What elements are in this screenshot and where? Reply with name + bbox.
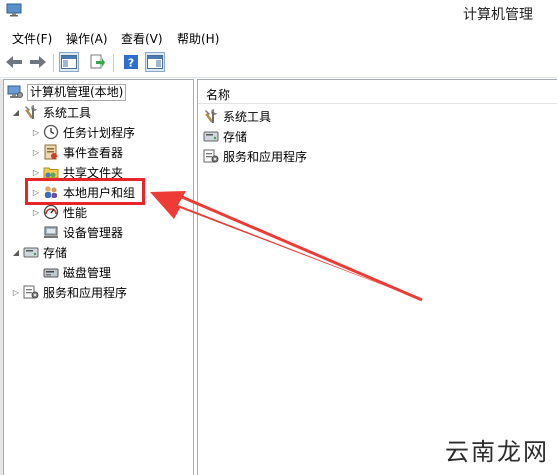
- list-item-services-and-applications[interactable]: 服务和应用程序: [203, 146, 307, 166]
- tree-root[interactable]: 计算机管理(本地): [7, 82, 127, 102]
- export-list-icon[interactable]: [87, 52, 107, 72]
- collapsed-arrow-icon[interactable]: ▷: [31, 208, 41, 217]
- collapsed-arrow-icon[interactable]: ▷: [31, 148, 41, 157]
- tree-root-label: 计算机管理(本地): [27, 83, 127, 101]
- tools-icon: [203, 108, 219, 124]
- event-viewer-icon: [43, 144, 59, 160]
- performance-icon: [43, 204, 59, 220]
- list-item-storage[interactable]: 存储: [203, 126, 247, 146]
- tree-item-services-and-applications[interactable]: ▷ 服务和应用程序: [11, 282, 127, 302]
- menu-file[interactable]: 文件(F): [12, 30, 52, 47]
- svg-text:?: ?: [128, 57, 134, 70]
- clock-icon: [43, 124, 59, 140]
- tree-item-event-viewer[interactable]: ▷ 事件查看器: [31, 142, 123, 162]
- back-arrow-icon[interactable]: [4, 52, 24, 72]
- collapsed-arrow-icon[interactable]: ▷: [11, 288, 21, 297]
- menu-action[interactable]: 操作(A): [66, 30, 108, 47]
- toolbar: ?: [0, 48, 557, 78]
- tree-item-storage[interactable]: ◢ 存储: [11, 242, 67, 262]
- storage-icon: [23, 244, 39, 260]
- disk-icon: [43, 264, 59, 280]
- collapsed-arrow-icon[interactable]: ▷: [31, 128, 41, 137]
- column-header-name[interactable]: 名称: [198, 82, 557, 104]
- tree-item-task-scheduler[interactable]: ▷ 任务计划程序: [31, 122, 135, 142]
- tools-icon: [23, 104, 39, 120]
- storage-icon: [203, 128, 219, 144]
- expanded-arrow-icon[interactable]: ◢: [11, 248, 21, 257]
- tree-item-performance[interactable]: ▷ 性能: [31, 202, 87, 222]
- annotation-highlight-box: [25, 178, 145, 205]
- expanded-arrow-icon[interactable]: ◢: [11, 108, 21, 117]
- watermark: 云南龙网: [445, 438, 549, 466]
- computer-management-icon: [7, 84, 23, 100]
- show-console-tree-icon[interactable]: [59, 52, 79, 72]
- forward-arrow-icon[interactable]: [28, 52, 48, 72]
- list-item-system-tools[interactable]: 系统工具: [203, 106, 271, 126]
- menu-help[interactable]: 帮助(H): [177, 30, 219, 47]
- show-action-pane-icon[interactable]: [145, 52, 165, 72]
- tree-item-disk-management[interactable]: 磁盘管理: [43, 262, 111, 282]
- menu-bar: 文件(F) 操作(A) 查看(V) 帮助(H): [0, 28, 557, 48]
- help-icon[interactable]: ?: [121, 52, 141, 72]
- device-manager-icon: [43, 224, 59, 240]
- toolbar-separator: [113, 54, 114, 72]
- tree-item-system-tools[interactable]: ◢ 系统工具: [11, 102, 91, 122]
- toolbar-separator: [53, 54, 54, 72]
- tree-item-device-manager[interactable]: 设备管理器: [43, 222, 123, 242]
- computer-management-app-icon: [6, 3, 24, 17]
- console-tree-pane[interactable]: 计算机管理(本地) ◢ 系统工具 ▷ 任务计划程序 ▷ 事件查看器 ▷ 共享文件…: [3, 79, 194, 475]
- menu-view[interactable]: 查看(V): [121, 30, 163, 47]
- services-icon: [23, 284, 39, 300]
- title-bar: 计算机管理: [0, 0, 557, 28]
- results-pane[interactable]: 名称 系统工具 存储 服务和应用程序: [197, 79, 557, 475]
- collapsed-arrow-icon[interactable]: ▷: [31, 168, 41, 177]
- window-title: 计算机管理: [463, 7, 533, 23]
- services-icon: [203, 148, 219, 164]
